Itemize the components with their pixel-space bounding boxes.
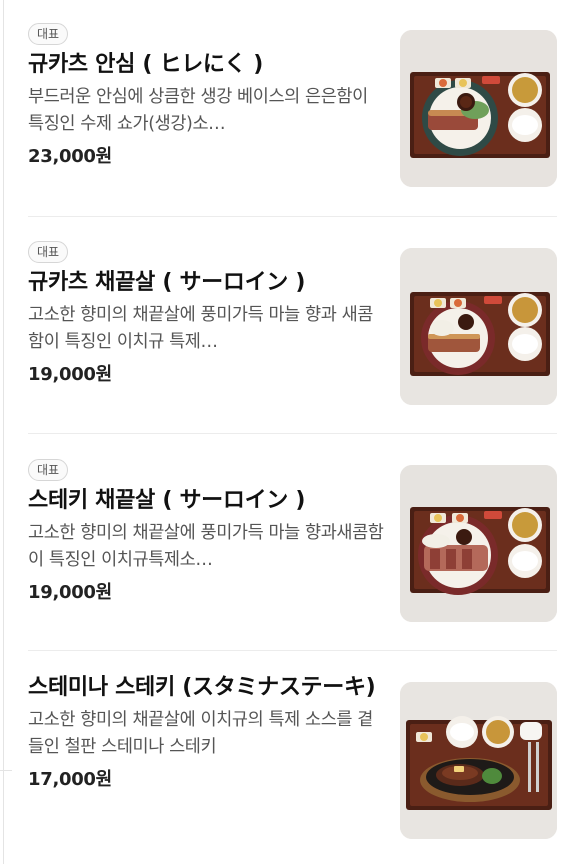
gyukatsu-tenderloin-set-photo[interactable]: [400, 30, 557, 187]
signature-badge: 대표: [28, 241, 69, 263]
menu-item-description: 고소한 향미의 채끝살에 풍미가득 마늘 향과새콤함이 특징인 이치규특제소…: [28, 523, 384, 570]
signature-badge: 대표: [28, 459, 69, 481]
menu-item-price: 23,000원: [28, 146, 112, 167]
left-divider: [3, 0, 4, 864]
menu-item[interactable]: 스테미나 스테키 (スタミナステーキ) 고소한 향미의 채끝살에 이치규의 특제…: [28, 651, 557, 868]
menu-item-description: 고소한 향미의 채끝살에 이치규의 특제 소스를 곁들인 철판 스테미나 스테키: [28, 710, 373, 757]
menu-item-name: 규카츠 채끝살 ( サーロイン ): [28, 270, 306, 295]
menu-item-info: 대표 규카츠 안심 ( ヒレにく ) 부드러운 안심에 상큼한 생강 베이스의 …: [28, 23, 388, 169]
menu-item-price: 19,000원: [28, 364, 112, 385]
menu-item[interactable]: 대표 규카츠 안심 ( ヒレにく ) 부드러운 안심에 상큼한 생강 베이스의 …: [28, 0, 557, 217]
stamina-steak-sizzling-set-photo[interactable]: [400, 682, 557, 839]
menu-item-description: 고소한 향미의 채끝살에 풍미가득 마늘 향과 새콤함이 특징인 이치규 특제…: [28, 305, 373, 352]
menu-item[interactable]: 대표 스테키 채끝살 ( サーロイン ) 고소한 향미의 채끝살에 풍미가득 마…: [28, 434, 557, 651]
menu-item[interactable]: 대표 규카츠 채끝살 ( サーロイン ) 고소한 향미의 채끝살에 풍미가득 마…: [28, 217, 557, 434]
left-stub-divider: [0, 770, 12, 771]
sirloin-steak-set-photo[interactable]: [400, 465, 557, 622]
menu-item-name: 규카츠 안심 ( ヒレにく ): [28, 52, 264, 77]
menu-item-info: 대표 스테키 채끝살 ( サーロイン ) 고소한 향미의 채끝살에 풍미가득 마…: [28, 459, 388, 605]
menu-item-info: 대표 규카츠 채끝살 ( サーロイン ) 고소한 향미의 채끝살에 풍미가득 마…: [28, 241, 388, 387]
menu-item-price: 17,000원: [28, 769, 112, 790]
menu-item-name: 스테미나 스테키 (スタミナステーキ): [28, 675, 376, 700]
menu-item-description: 부드러운 안심에 상큼한 생강 베이스의 은은함이 특징인 수제 쇼가(생강)소…: [28, 87, 368, 134]
menu-item-name: 스테키 채끝살 ( サーロイン ): [28, 488, 306, 513]
menu-item-info: 스테미나 스테키 (スタミナステーキ) 고소한 향미의 채끝살에 이치규의 특제…: [28, 673, 388, 792]
gyukatsu-sirloin-set-photo[interactable]: [400, 248, 557, 405]
menu-item-price: 19,000원: [28, 582, 112, 603]
menu-list: 대표 규카츠 안심 ( ヒレにく ) 부드러운 안심에 상큼한 생강 베이스의 …: [28, 0, 557, 868]
signature-badge: 대표: [28, 23, 69, 45]
